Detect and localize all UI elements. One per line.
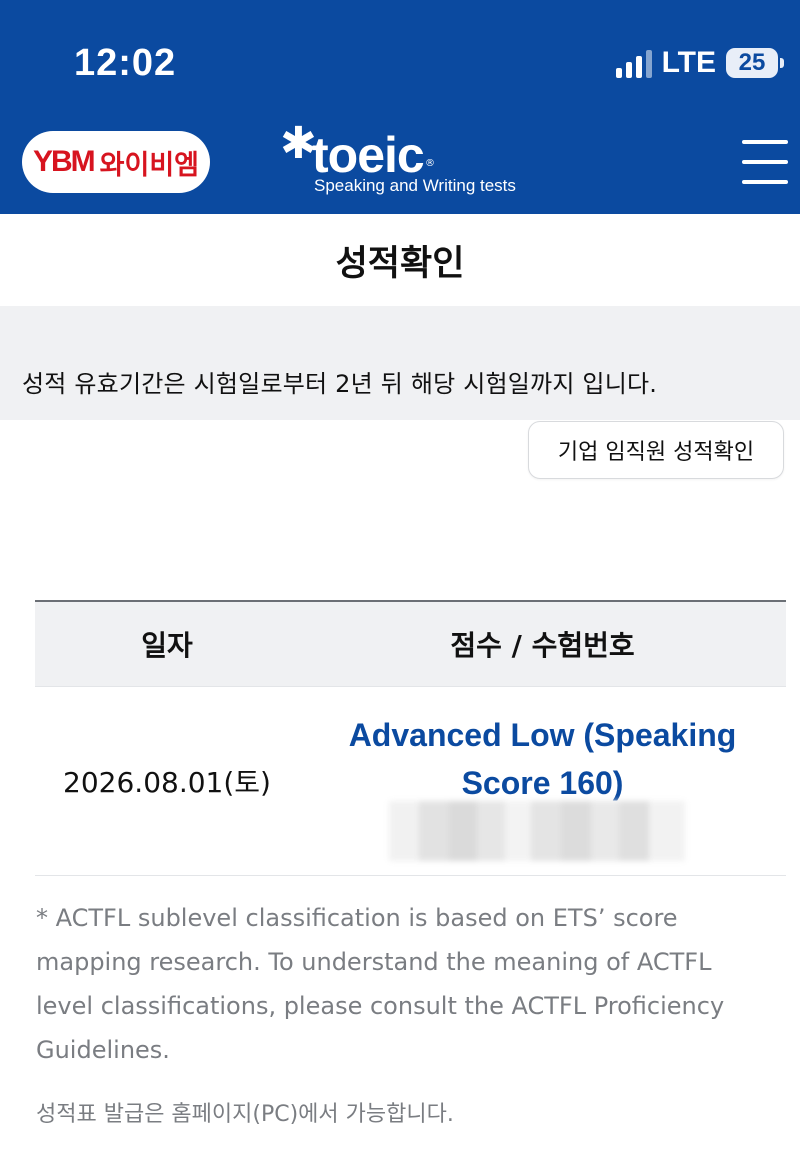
score-level-link[interactable]: Advanced Low (Speaking Score 160)	[299, 711, 786, 807]
score-table: 일자 점수 / 수험번호 2026.08.01(토) Advanced Low …	[35, 600, 786, 876]
hamburger-menu-icon[interactable]	[742, 140, 788, 184]
status-indicators: LTE 25	[615, 46, 784, 80]
registered-icon: ®	[425, 158, 435, 169]
signal-icon	[615, 48, 652, 78]
ybm-logo[interactable]: YBM 와이비엠	[22, 131, 210, 193]
score-level-line2: Score 160)	[461, 765, 624, 801]
toeic-subtitle: Speaking and Writing tests	[314, 176, 516, 195]
actfl-footnote: * ACTFL sublevel classification is based…	[36, 904, 725, 1064]
table-row[interactable]: 2026.08.01(토) Advanced Low (Speaking Sco…	[35, 687, 786, 876]
issue-note: 성적표 발급은 홈페이지(PC)에서 가능합니다.	[36, 1102, 454, 1127]
app-header: 12:02 LTE 25 YBM 와이비엠 ✱ toeic ® Speaking…	[0, 0, 800, 214]
ybm-logo-text: 와이비엠	[99, 149, 200, 181]
header-score: 점수 / 수험번호	[450, 629, 635, 662]
corporate-score-check-button[interactable]: 기업 임직원 성적확인	[528, 421, 784, 479]
validity-notice-text: 성적 유효기간은 시험일로부터 2년 뒤 해당 시험일까지 입니다.	[22, 370, 658, 398]
score-level-line1: Advanced Low (Speaking	[348, 717, 737, 753]
page-title: 성적확인	[335, 243, 465, 284]
row-score-cell: Advanced Low (Speaking Score 160)	[299, 687, 786, 875]
toeic-logo[interactable]: ✱ toeic ® Speaking and Writing tests	[280, 118, 550, 204]
battery-icon: 25	[726, 48, 784, 78]
status-time: 12:02	[74, 42, 177, 84]
header-date: 일자	[141, 629, 193, 662]
battery-level: 25	[738, 49, 766, 76]
table-header: 일자 점수 / 수험번호	[35, 602, 786, 687]
network-type: LTE	[661, 46, 716, 79]
ybm-logo-mark: YBM	[32, 145, 96, 178]
validity-notice: 성적 유효기간은 시험일로부터 2년 뒤 해당 시험일까지 입니다.	[0, 306, 800, 420]
exam-number-blurred	[389, 801, 685, 861]
row-date: 2026.08.01(토)	[63, 766, 271, 799]
